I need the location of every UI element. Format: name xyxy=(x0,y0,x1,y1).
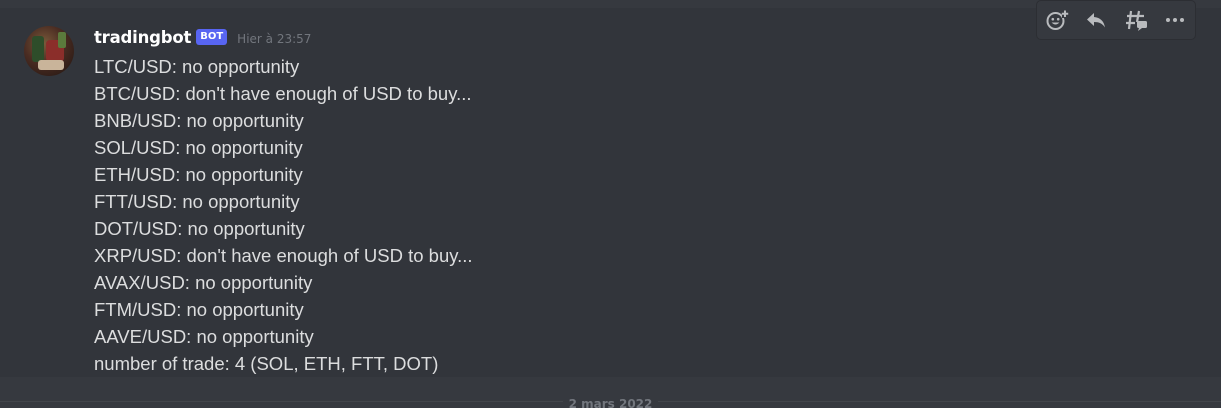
add-reaction-icon xyxy=(1046,10,1068,30)
message-line: FTM/USD: no opportunity xyxy=(94,299,304,320)
message-toolbar xyxy=(1036,0,1196,40)
message[interactable]: tradingbot BOT Hier à 23:57 LTC/USD: no … xyxy=(0,8,1221,377)
message-line: ETH/USD: no opportunity xyxy=(94,164,303,185)
date-separator-label: 2 mars 2022 xyxy=(562,397,659,408)
message-line: number of trade: 4 (SOL, ETH, FTT, DOT) xyxy=(94,353,439,374)
message-line: LTC/USD: no opportunity xyxy=(94,56,300,77)
message-line: BTC/USD: don't have enough of USD to buy… xyxy=(94,83,472,104)
message-line: FTT/USD: no opportunity xyxy=(94,191,300,212)
more-button[interactable] xyxy=(1160,5,1190,35)
chat-view: tradingbot BOT Hier à 23:57 LTC/USD: no … xyxy=(0,0,1221,408)
message-header: tradingbot BOT Hier à 23:57 xyxy=(94,26,311,48)
bot-badge: BOT xyxy=(196,29,228,45)
username[interactable]: tradingbot xyxy=(94,28,191,47)
message-line: BNB/USD: no opportunity xyxy=(94,110,304,131)
message-line: AVAX/USD: no opportunity xyxy=(94,272,313,293)
avatar[interactable] xyxy=(24,26,74,76)
message-line: AAVE/USD: no opportunity xyxy=(94,326,314,347)
message-timestamp[interactable]: Hier à 23:57 xyxy=(237,32,311,46)
reply-icon xyxy=(1087,13,1106,28)
add-reaction-button[interactable] xyxy=(1042,5,1072,35)
create-thread-icon xyxy=(1125,10,1147,31)
message-content: LTC/USD: no opportunity BTC/USD: don't h… xyxy=(94,53,994,377)
message-line: XRP/USD: don't have enough of USD to buy… xyxy=(94,245,473,266)
message-line: SOL/USD: no opportunity xyxy=(94,137,303,158)
create-thread-button[interactable] xyxy=(1121,5,1151,35)
more-icon xyxy=(1166,18,1185,22)
date-separator: 2 mars 2022 xyxy=(0,397,1221,408)
message-line: DOT/USD: no opportunity xyxy=(94,218,305,239)
reply-button[interactable] xyxy=(1081,5,1111,35)
